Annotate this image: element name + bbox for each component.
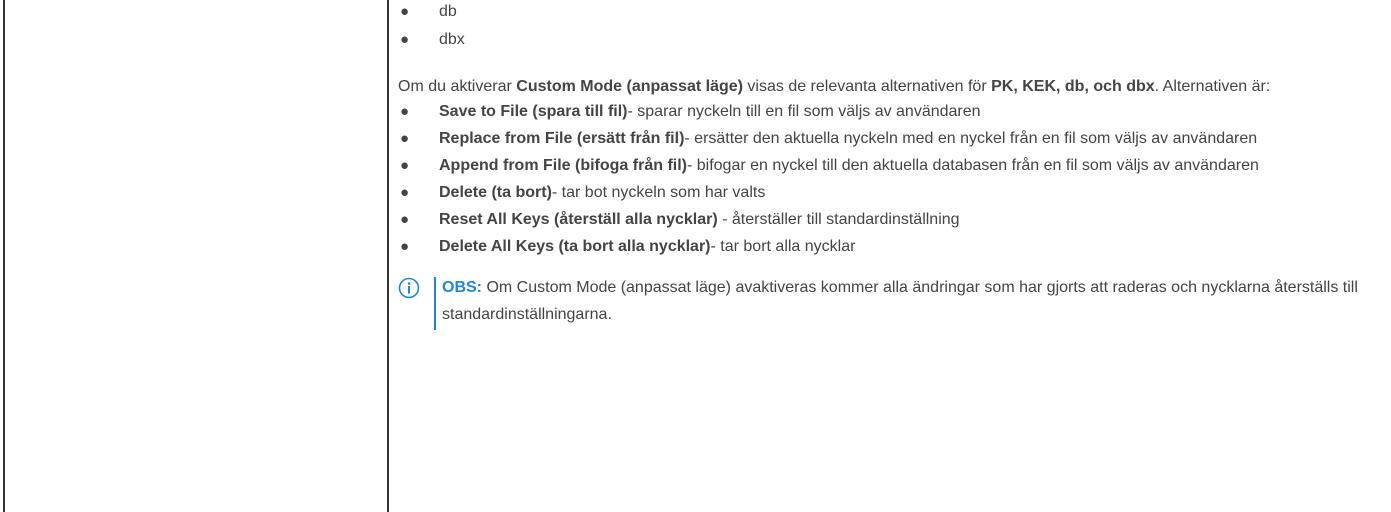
list-item-text: db <box>439 3 457 20</box>
bullet-icon: ● <box>400 130 410 147</box>
intro-paragraph: Om du aktiverar Custom Mode (anpassat lä… <box>398 73 1378 100</box>
intro-text: visas de relevanta alternativen för <box>742 78 992 95</box>
option-title: Reset All Keys (återställ alla nycklar) <box>439 211 718 228</box>
table-left-border <box>3 0 5 512</box>
bullet-icon: ● <box>400 184 410 201</box>
note-box: OBS: Om Custom Mode (anpassat läge) avak… <box>398 274 1378 330</box>
bullet-icon: ● <box>400 3 410 20</box>
database-list: ● db ● dbx <box>398 0 1378 51</box>
table-frame: ● db ● dbx Om du aktiverar Custom Mode (an… <box>0 0 1391 512</box>
list-item: ● Delete (ta bort)- tar bot nyckeln som h… <box>398 181 1378 204</box>
intro-text: Om du aktiverar <box>398 78 517 95</box>
note-label: OBS: <box>442 279 482 296</box>
list-item: ● Replace from File (ersätt från fil)- er… <box>398 127 1378 150</box>
option-title: Append from File (bifoga från fil) <box>439 157 687 174</box>
list-item: ● Reset All Keys (återställ alla nycklar)… <box>398 208 1378 231</box>
info-icon <box>398 277 420 299</box>
option-description: - återställer till standardinställning <box>717 211 960 228</box>
option-description: - sparar nyckeln till en fil som väljs a… <box>627 103 981 120</box>
note-body: Om Custom Mode (anpassat läge) avaktiver… <box>442 279 1358 323</box>
list-item: ● Save to File (spara till fil)- sparar n… <box>398 100 1378 123</box>
option-description: - tar bot nyckeln som har valts <box>551 184 766 201</box>
list-item-text: dbx <box>439 31 465 48</box>
intro-text: . Alternativen är: <box>1154 78 1271 95</box>
option-description: - ersätter den aktuella nyckeln med en n… <box>684 130 1258 147</box>
option-title: Save to File (spara till fil) <box>439 103 628 120</box>
intro-bold-keys: PK, KEK, db, och dbx <box>991 78 1155 95</box>
option-title: Delete All Keys (ta bort alla nycklar) <box>439 238 711 255</box>
note-accent-bar <box>434 277 436 330</box>
option-description: - bifogar en nyckel till den aktuella da… <box>686 157 1259 174</box>
intro-bold-mode: Custom Mode (anpassat läge) <box>516 78 743 95</box>
bullet-icon: ● <box>400 103 410 120</box>
bullet-icon: ● <box>400 238 410 255</box>
bullet-icon: ● <box>400 31 410 48</box>
list-item: ● db <box>398 0 1378 23</box>
bullet-icon: ● <box>400 157 410 174</box>
list-item: ● Append from File (bifoga från fil)- bif… <box>398 154 1378 177</box>
note-text: OBS: Om Custom Mode (anpassat läge) avak… <box>436 274 1378 328</box>
table-column-divider <box>387 0 389 512</box>
list-item: ● dbx <box>398 28 1378 51</box>
option-title: Replace from File (ersätt från fil) <box>439 130 685 147</box>
list-item: ● Delete All Keys (ta bort alla nycklar)-… <box>398 235 1378 258</box>
option-title: Delete (ta bort) <box>439 184 552 201</box>
option-description: - tar bort alla nycklar <box>710 238 856 255</box>
description-cell: ● db ● dbx Om du aktiverar Custom Mode (an… <box>398 0 1378 330</box>
bullet-icon: ● <box>400 211 410 228</box>
options-list: ● Save to File (spara till fil)- sparar n… <box>398 100 1378 258</box>
